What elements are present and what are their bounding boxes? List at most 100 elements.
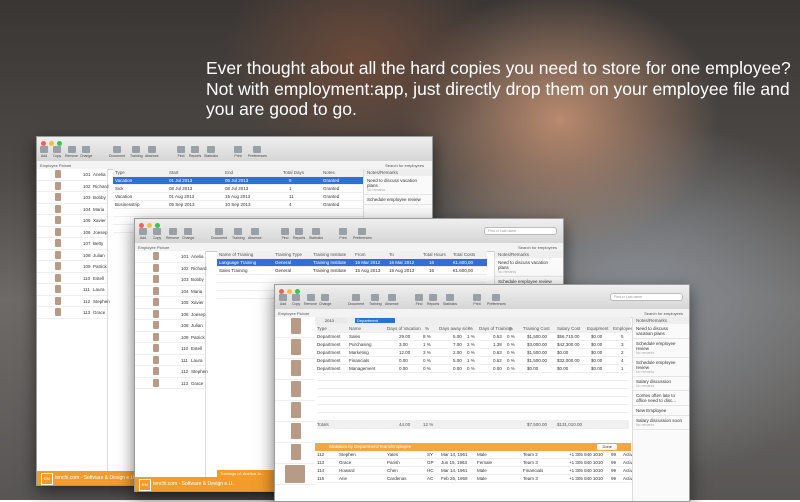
category-select[interactable]: Department <box>355 318 395 323</box>
note-item[interactable]: Salary discussion soon No remarks <box>633 416 689 430</box>
print-button[interactable]: Print <box>473 294 481 306</box>
statistics-button[interactable]: Statistics <box>309 228 323 240</box>
list-item[interactable]: 105 Xavier <box>37 215 107 227</box>
training-button[interactable]: Training <box>232 228 245 240</box>
list-item[interactable]: 113 Grace <box>37 307 107 319</box>
note-item[interactable]: Schedule employee review <box>364 195 432 205</box>
list-item[interactable]: 101 Anelia <box>135 251 205 263</box>
note-item[interactable]: Need to discuss vacation plans <box>633 324 689 339</box>
table-row[interactable]: 115 Arie Cardenas AC Feb 26, 1959 Male Team 3 +… <box>317 475 635 483</box>
list-item[interactable]: 108 Julian <box>135 320 205 332</box>
list-item[interactable]: 113 Grace <box>135 378 205 389</box>
find-button[interactable]: Find <box>415 294 423 306</box>
table-row[interactable]: Language Training General Training Institu… <box>217 259 487 267</box>
table-row[interactable]: Vacation 01 Aug 2013 15 Aug 2013 11 Granted <box>113 193 363 201</box>
table-row[interactable]: Department Management 0.00 0 % 0.00 0 % 0.00 0 … <box>317 365 643 373</box>
list-item[interactable]: 110 Estell <box>37 273 107 284</box>
list-item[interactable]: 112 Stephen <box>37 296 110 307</box>
table-row[interactable]: Department Sales 29.00 8 % 5.00 1 % 0.63 0 % $1,… <box>317 333 645 341</box>
search-input[interactable]: First or Last name <box>610 293 683 301</box>
list-item[interactable] <box>275 422 315 443</box>
add-button[interactable]: Add <box>279 294 287 306</box>
list-item[interactable]: 109 Patrick <box>37 261 107 273</box>
statistics-button[interactable]: Statistics <box>443 294 457 306</box>
add-button[interactable]: Add <box>40 146 48 158</box>
document-button[interactable]: Document <box>211 228 227 240</box>
list-item[interactable] <box>275 380 315 401</box>
notes-header: Notes/Remarks <box>633 317 689 324</box>
list-item[interactable]: 102 Richard <box>37 181 109 192</box>
table-row[interactable]: Department Financials 0.00 0 % 5.00 1 % 0.62 0 … <box>317 357 645 365</box>
note-item[interactable]: Need to discuss vacation plans No remarks <box>495 258 563 277</box>
list-item[interactable] <box>275 443 315 464</box>
table-row[interactable]: Businesstrip 05 Sep 2013 10 Sep 2013 4 Grant… <box>113 201 363 209</box>
statistics-button[interactable]: Statistics <box>204 146 218 158</box>
note-item[interactable]: Schedule employee review No remarks <box>633 358 689 377</box>
remove-button[interactable]: Remove <box>304 294 317 306</box>
copy-button[interactable]: Copy <box>53 146 61 158</box>
table-row[interactable]: Vacation 01 Jul 2013 05 Jul 2013 5 Granted <box>113 177 363 185</box>
done-button[interactable]: Done <box>597 444 617 450</box>
add-button[interactable]: Add <box>139 228 147 240</box>
list-item[interactable]: 111 Laura <box>135 355 205 366</box>
document-button[interactable]: Document <box>348 294 364 306</box>
note-item[interactable]: Comes often late to office need to disc.… <box>633 391 689 406</box>
remove-button[interactable]: Remove <box>166 228 179 240</box>
find-button[interactable]: Find <box>177 146 185 158</box>
preferences-button[interactable]: Preferences <box>353 228 372 240</box>
document-button[interactable]: Document <box>109 146 125 158</box>
note-item[interactable]: Salary discussion No remarks <box>633 377 689 391</box>
table-row[interactable]: Sales Training General Training Institute 1… <box>217 267 487 275</box>
list-item[interactable]: 108 Julian <box>37 250 107 261</box>
list-item[interactable] <box>275 317 315 338</box>
change-button[interactable]: Change <box>182 228 194 240</box>
list-item[interactable]: 109 Patrick <box>135 332 205 343</box>
print-button[interactable]: Print <box>339 228 347 240</box>
change-button[interactable]: Change <box>80 146 92 158</box>
training-button[interactable]: Training <box>130 146 143 158</box>
change-button[interactable]: Change <box>319 294 331 306</box>
table-row[interactable]: Department Purchasing 3.00 1 % 7.00 2 % 1.38 0 … <box>317 341 645 349</box>
list-item[interactable]: 104 Maria <box>135 286 205 297</box>
list-item[interactable]: 103 Bobby <box>135 274 205 286</box>
note-item[interactable]: Schedule employee review No remarks <box>633 339 689 358</box>
preferences-button[interactable]: Preferences <box>248 146 267 158</box>
list-item[interactable]: 105 Xavier <box>135 297 205 309</box>
find-button[interactable]: Find <box>281 228 289 240</box>
list-item[interactable]: 101 Anelia <box>37 169 107 181</box>
note-item[interactable]: Need to discuss vacation plans No remarks <box>364 176 432 195</box>
table-row[interactable]: 114 Howard Chen HC Mar 14, 1961 Male Financial… <box>317 467 635 475</box>
table-row[interactable]: Department Marketing 12.00 3 % 2.00 0 % 0.63 0 … <box>317 349 645 357</box>
list-item[interactable]: 112 Stephen <box>135 366 208 378</box>
reports-button[interactable]: Reports <box>189 146 201 158</box>
list-item[interactable]: 107 Betty <box>37 238 107 250</box>
reports-button[interactable]: Reports <box>427 294 439 306</box>
copy-button[interactable]: Copy <box>153 228 161 240</box>
list-item[interactable]: 106 Joesep <box>37 227 108 238</box>
year-select[interactable]: 2013 <box>323 318 347 323</box>
search-input[interactable]: First or Last name <box>484 227 557 235</box>
list-item[interactable]: 104 Maria <box>37 204 107 215</box>
training-button[interactable]: Training <box>369 294 382 306</box>
list-item[interactable]: 111 Laura <box>37 284 107 296</box>
remove-button[interactable]: Remove <box>65 146 78 158</box>
list-item[interactable] <box>275 338 315 359</box>
absence-button[interactable]: Absence <box>248 228 262 240</box>
list-item[interactable] <box>275 464 315 485</box>
list-item[interactable]: 103 Bobby <box>37 192 107 204</box>
note-item[interactable]: New Employee <box>633 406 689 416</box>
list-item[interactable]: 110 Estell <box>135 343 205 355</box>
list-item[interactable]: 106 Joesep <box>135 309 206 320</box>
list-item[interactable]: 102 Richard <box>135 263 207 274</box>
list-item[interactable] <box>275 359 315 380</box>
list-item[interactable] <box>275 401 315 422</box>
preferences-button[interactable]: Preferences <box>487 294 506 306</box>
reports-button[interactable]: Reports <box>293 228 305 240</box>
table-row[interactable]: Sick 08 Jul 2013 08 Jul 2013 1 Granted <box>113 185 363 193</box>
table-row[interactable]: 112 Stephen Yates SY Mar 14, 1961 Male Team 2 +… <box>317 451 635 459</box>
copy-button[interactable]: Copy <box>292 294 300 306</box>
absence-button[interactable]: Absence <box>385 294 399 306</box>
absence-button[interactable]: Absence <box>145 146 159 158</box>
table-row[interactable]: 113 Grace Parish GP Jun 15, 1963 Female Team 3… <box>317 459 635 467</box>
print-button[interactable]: Print <box>234 146 242 158</box>
